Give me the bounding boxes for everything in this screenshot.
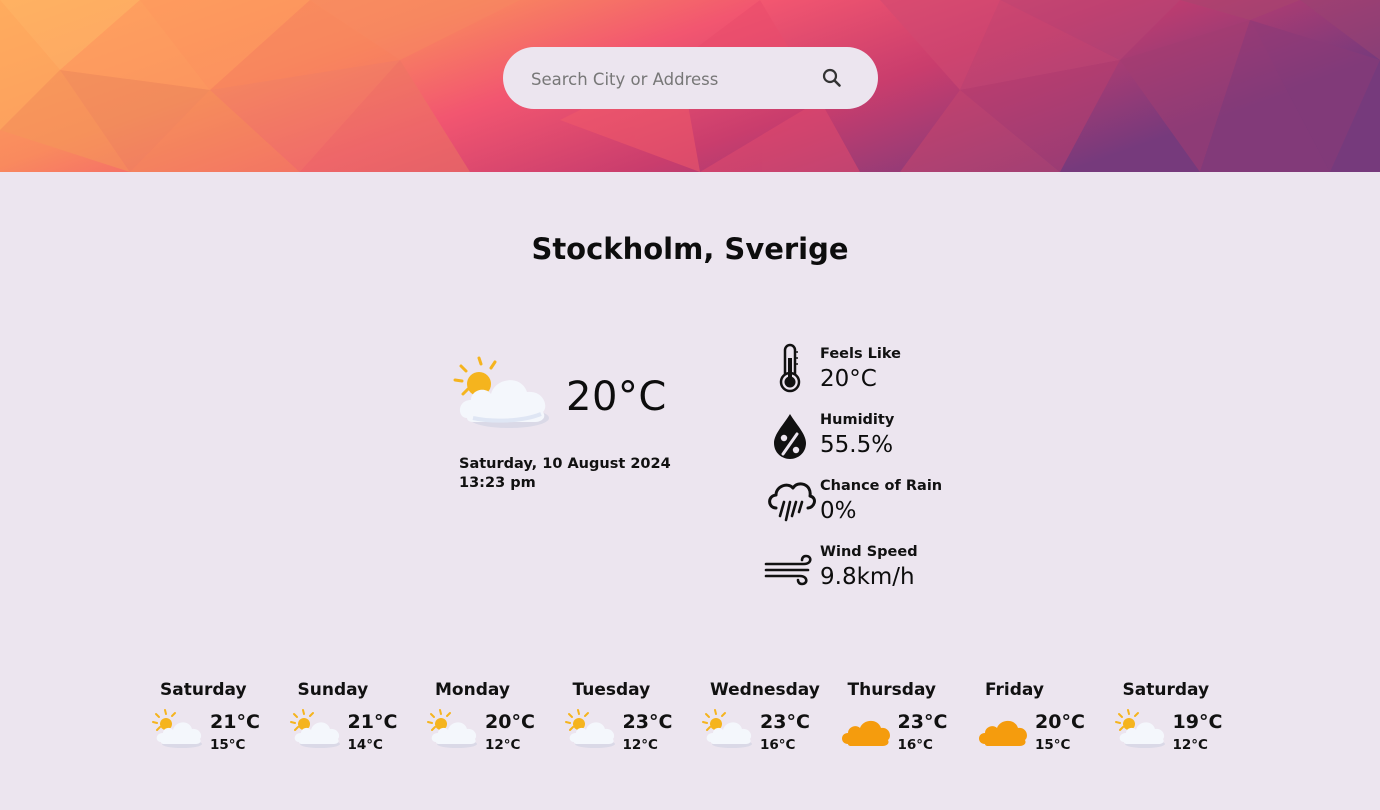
forecast-day: Friday 20°C 15°C [975,678,1105,768]
partly-cloudy-icon [427,708,479,750]
detail-label: Wind Speed [820,544,918,560]
partly-cloudy-icon [453,356,549,428]
wind-icon [764,554,812,586]
partly-cloudy-icon [1114,708,1167,750]
detail-value: 20°C [820,366,877,392]
forecast-day: Saturday 19°C 12°C [1113,678,1243,768]
forecast-low-temp: 15°C [1035,737,1071,753]
forecast-day: Thursday 23°C 16°C [838,678,968,768]
forecast-high-temp: 23°C [622,711,673,733]
detail-label: Chance of Rain [820,478,943,494]
forecast-day: Wednesday 23°C 16°C [700,678,830,768]
search-button[interactable] [820,66,844,90]
forecast-day: Saturday 21°C 15°C [150,678,280,768]
location-title: Stockholm, Sverige [531,232,849,266]
forecast-day-name: Tuesday [572,680,651,700]
detail-chance-of-rain: Chance of Rain 0% [760,474,1000,540]
forecast-high-temp: 21°C [210,711,260,733]
detail-value: 9.8km/h [820,564,915,590]
forecast-day-name: Saturday [1122,680,1210,700]
rain-cloud-icon [768,482,816,522]
forecast-high-temp: 21°C [347,711,398,733]
current-temperature: 20°C [566,374,667,420]
forecast-low-temp: 16°C [897,737,933,753]
detail-label: Feels Like [820,346,901,362]
search-input[interactable] [529,62,813,96]
forecast-low-temp: 12°C [1172,737,1208,753]
forecast-day-name: Monday [435,680,510,700]
current-weather-icon [451,352,553,434]
partly-cloudy-icon [289,708,342,750]
current-datetime: Saturday, 10 August 2024 13:23 pm [459,455,671,493]
forecast-low-temp: 14°C [347,737,383,753]
forecast-high-temp: 20°C [1035,711,1085,733]
thermometer-icon [779,343,801,393]
forecast-day: Tuesday 23°C 12°C [563,678,693,768]
detail-value: 0% [820,498,857,524]
forecast-day-name: Friday [985,680,1044,700]
detail-label: Humidity [820,412,895,428]
search-icon [822,68,841,87]
current-date: Saturday, 10 August 2024 [459,456,671,472]
forecast-day: Monday 20°C 12°C [425,678,555,768]
forecast-high-temp: 20°C [485,711,535,733]
partly-cloudy-icon [702,708,754,750]
daily-forecast: Saturday 21°C 15°C Sunday 21°C 14°C Monday 20°C… [150,678,1260,768]
forecast-low-temp: 12°C [485,737,521,753]
forecast-high-temp: 23°C [897,711,948,733]
partly-cloudy-icon [564,708,617,750]
current-time: 13:23 pm [459,475,536,491]
detail-humidity: Humidity 55.5% [760,408,1000,474]
forecast-high-temp: 19°C [1172,711,1223,733]
detail-value: 55.5% [820,432,894,458]
weather-details: Feels Like 20°C Humidity 55.5% Chance of… [760,342,1000,606]
cloud-icon [977,708,1029,750]
forecast-high-temp: 23°C [760,711,810,733]
search-bar [503,47,878,109]
partly-cloudy-icon [152,708,204,750]
forecast-low-temp: 15°C [210,737,246,753]
forecast-day: Sunday 21°C 14°C [288,678,418,768]
detail-feels-like: Feels Like 20°C [760,342,1000,408]
forecast-day-name: Thursday [847,680,937,700]
cloud-icon [840,708,892,750]
forecast-day-name: Wednesday [710,680,820,700]
forecast-low-temp: 12°C [622,737,658,753]
forecast-day-name: Sunday [297,680,369,700]
forecast-day-name: Saturday [160,680,247,700]
humidity-icon [774,414,806,459]
forecast-low-temp: 16°C [760,737,796,753]
detail-wind-speed: Wind Speed 9.8km/h [760,540,1000,606]
